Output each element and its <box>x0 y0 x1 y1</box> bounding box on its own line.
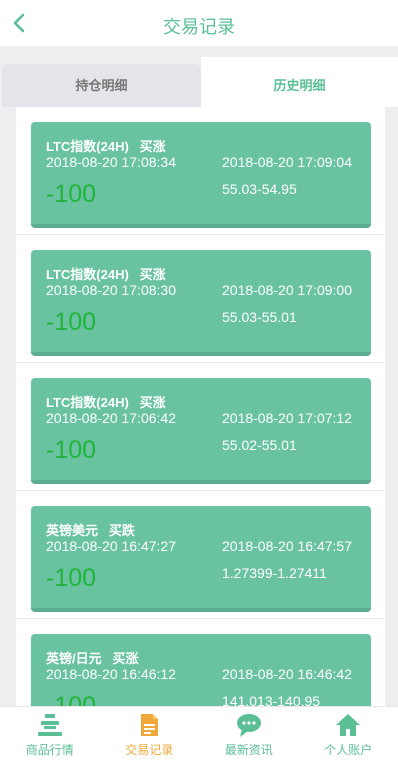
nav-trade-records[interactable]: 交易记录 <box>100 707 200 761</box>
profit-loss: -100 <box>46 180 97 208</box>
product-direction: 英镑/日元 买涨 <box>46 651 139 666</box>
nav-label: 个人账户 <box>324 743 373 757</box>
bottom-nav: 商品行情 交易记录 最新资讯 个人账户 <box>0 706 398 761</box>
nav-account[interactable]: 个人账户 <box>299 707 398 761</box>
list-item: LTC指数(24H) 买涨 2018-08-20 17:08:30 2018-0… <box>16 235 385 363</box>
nav-news[interactable]: 最新资讯 <box>199 707 299 761</box>
profit-loss: -100 <box>46 436 97 464</box>
trade-record-card[interactable]: LTC指数(24H) 买涨 2018-08-20 17:08:34 2018-0… <box>31 122 371 228</box>
open-time: 2018-08-20 17:06:42 <box>46 410 176 426</box>
trade-record-card[interactable]: 英镑/日元 买涨 2018-08-20 16:46:12 2018-08-20 … <box>31 634 371 707</box>
close-time: 2018-08-20 16:47:57 <box>222 538 352 554</box>
close-time: 2018-08-20 17:07:12 <box>222 410 352 426</box>
price-range: 55.02-55.01 <box>222 437 297 453</box>
list-item: 英镑美元 买跌 2018-08-20 16:47:27 2018-08-20 1… <box>16 491 385 619</box>
price-range: 141.013-140.95 <box>222 693 321 707</box>
product-direction: LTC指数(24H) 买涨 <box>46 139 166 154</box>
open-time: 2018-08-20 16:46:12 <box>46 666 176 682</box>
history-list: LTC指数(24H) 买涨 2018-08-20 17:08:34 2018-0… <box>16 107 385 707</box>
tab-history[interactable]: 历史明细 <box>201 57 398 107</box>
chat-bubble-icon <box>236 714 261 737</box>
nav-market[interactable]: 商品行情 <box>0 707 100 761</box>
nav-label: 商品行情 <box>25 743 74 757</box>
nav-label: 最新资讯 <box>224 743 273 757</box>
open-time: 2018-08-20 17:08:30 <box>46 282 176 298</box>
profit-loss: -100 <box>46 564 97 592</box>
open-time: 2018-08-20 16:47:27 <box>46 538 176 554</box>
list-item: 英镑/日元 买涨 2018-08-20 16:46:12 2018-08-20 … <box>16 619 385 707</box>
close-time: 2018-08-20 16:46:42 <box>222 666 352 682</box>
trade-record-card[interactable]: LTC指数(24H) 买涨 2018-08-20 17:06:42 2018-0… <box>31 378 371 484</box>
close-time: 2018-08-20 17:09:00 <box>222 282 352 298</box>
document-icon <box>141 714 159 736</box>
profit-loss: -100 <box>46 692 97 707</box>
price-range: 1.27399-1.27411 <box>222 565 327 581</box>
tab-positions[interactable]: 持仓明细 <box>2 64 201 107</box>
price-range: 55.03-54.95 <box>222 181 297 197</box>
open-time: 2018-08-20 17:08:34 <box>46 154 176 170</box>
trade-record-card[interactable]: LTC指数(24H) 买涨 2018-08-20 17:08:30 2018-0… <box>31 250 371 356</box>
nav-label: 交易记录 <box>125 743 174 757</box>
tab-bar: 持仓明细 历史明细 <box>0 57 398 107</box>
home-icon <box>336 714 361 736</box>
page-title: 交易记录 <box>163 17 235 37</box>
list-item: LTC指数(24H) 买涨 2018-08-20 17:06:42 2018-0… <box>16 363 385 491</box>
price-range: 55.03-55.01 <box>222 309 297 325</box>
profit-loss: -100 <box>46 308 97 336</box>
top-bar: 交易记录 <box>0 0 398 46</box>
list-item: LTC指数(24H) 买涨 2018-08-20 17:08:34 2018-0… <box>16 107 385 235</box>
close-time: 2018-08-20 17:09:04 <box>222 154 352 170</box>
product-direction: LTC指数(24H) 买涨 <box>46 267 166 282</box>
market-icon <box>37 714 62 736</box>
trade-record-card[interactable]: 英镑美元 买跌 2018-08-20 16:47:27 2018-08-20 1… <box>31 506 371 612</box>
product-direction: LTC指数(24H) 买涨 <box>46 395 166 410</box>
product-direction: 英镑美元 买跌 <box>46 523 135 538</box>
